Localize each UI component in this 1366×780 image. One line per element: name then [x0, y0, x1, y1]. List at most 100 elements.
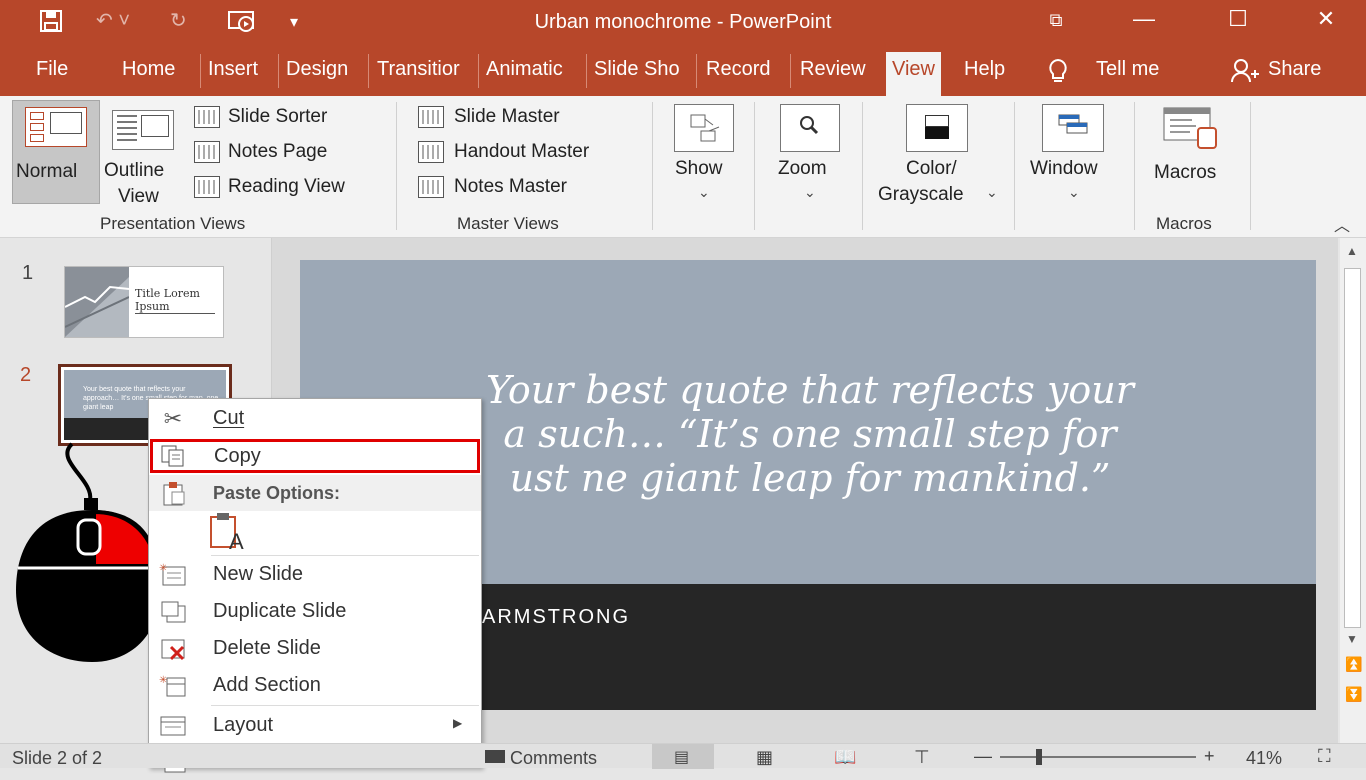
chevron-down-icon: ⌄: [698, 184, 710, 200]
tab-review[interactable]: Review: [800, 58, 866, 81]
show-icon: [674, 104, 734, 152]
copy-label: Copy: [214, 445, 261, 467]
mouse-right-click-illustration: [16, 442, 160, 662]
zoom-slider-thumb[interactable]: [1036, 749, 1042, 765]
close-button[interactable]: ✕: [1306, 6, 1346, 32]
previous-slide-icon[interactable]: ⏫: [1345, 656, 1362, 673]
macros-button[interactable]: Macros: [1148, 100, 1238, 204]
tab-animations[interactable]: Animatic: [486, 58, 578, 81]
color-grayscale-button[interactable]: Color/ Grayscale ⌄: [872, 100, 1002, 205]
tab-view[interactable]: View: [886, 52, 941, 96]
tab-transitions[interactable]: Transitior: [377, 58, 471, 81]
slide-quote-text[interactable]: Your best quote that reflects your a suc…: [360, 368, 1260, 500]
zoom-in-button[interactable]: +: [1204, 746, 1215, 767]
title-bar: ↶ ˅ ↻ ▾ Urban monochrome - PowerPoint ⧉ …: [0, 0, 1366, 46]
slide-author-text[interactable]: ARMSTRONG: [482, 606, 630, 629]
show-button[interactable]: Show ⌄: [664, 100, 744, 204]
svg-text:✳: ✳: [159, 675, 167, 686]
next-slide-icon[interactable]: ⏬: [1345, 686, 1362, 703]
tab-slide-show[interactable]: Slide Sho: [594, 58, 690, 81]
layout-icon: [159, 714, 187, 738]
slide-sorter-button[interactable]: Slide Sorter: [192, 104, 382, 132]
macros-group-label: Macros: [1156, 214, 1212, 233]
slide-sorter-icon: [194, 106, 220, 128]
slide-master-icon: [418, 106, 444, 128]
delete-slide-label: Delete Slide: [213, 637, 321, 659]
scroll-up-arrow-icon[interactable]: ▲: [1346, 244, 1358, 258]
scrollbar-thumb[interactable]: [1344, 268, 1361, 628]
menu-item-cut[interactable]: ✂ Cut: [149, 401, 481, 437]
chevron-down-icon: ⌄: [1068, 184, 1080, 200]
normal-label: Normal: [16, 161, 78, 182]
new-slide-label: New Slide: [213, 563, 304, 585]
menu-item-layout[interactable]: Layout ▶: [149, 708, 481, 744]
notes-master-button[interactable]: Notes Master: [418, 174, 638, 202]
copy-icon: [159, 444, 187, 468]
quote-line-3: ust ne giant leap for mankind.”: [509, 456, 1111, 500]
show-label: Show: [675, 158, 723, 179]
share-icon[interactable]: [1230, 58, 1260, 90]
ribbon-display-options-icon[interactable]: ⧉: [1036, 10, 1076, 31]
paste-keep-text-only-button[interactable]: A: [205, 511, 249, 554]
collapse-ribbon-icon[interactable]: ︿: [1334, 212, 1350, 236]
menu-item-duplicate-slide[interactable]: Duplicate Slide: [149, 594, 481, 630]
layout-label: Layout: [213, 714, 274, 736]
context-menu: ✂ Cut Copy Paste Options: A ✳ New Slide …: [148, 398, 482, 773]
magnifier-icon: [780, 104, 840, 152]
lightbulb-icon: [1046, 58, 1070, 90]
share-button[interactable]: Share: [1268, 58, 1321, 81]
menu-item-delete-slide[interactable]: Delete Slide: [149, 631, 481, 667]
duplicate-slide-icon: [159, 600, 187, 624]
reading-view-button[interactable]: Reading View: [192, 174, 382, 202]
paste-options-header: Paste Options:: [149, 475, 481, 511]
tab-file[interactable]: File: [36, 58, 68, 81]
tell-me-box[interactable]: Tell me: [1096, 58, 1159, 81]
zoom-level[interactable]: 41%: [1246, 748, 1282, 769]
slide-thumbnail-1[interactable]: Title Lorem Ipsum: [64, 266, 224, 338]
reading-view-status-icon[interactable]: 📖: [834, 747, 856, 768]
color-grayscale-icon: [906, 104, 968, 152]
zoom-slider[interactable]: [1000, 749, 1196, 765]
menu-item-copy[interactable]: Copy: [150, 439, 480, 473]
normal-view-status-button[interactable]: ▤: [652, 744, 714, 769]
stairs-photo-thumbnail: [65, 267, 129, 337]
scroll-down-arrow-icon[interactable]: ▼: [1346, 632, 1358, 646]
menu-item-add-section[interactable]: ✳ Add Section: [149, 668, 481, 704]
outline-view-button[interactable]: Outline View: [104, 100, 184, 207]
maximize-button[interactable]: ☐: [1218, 6, 1258, 32]
normal-view-button[interactable]: Normal: [12, 100, 100, 204]
tab-home[interactable]: Home: [122, 58, 175, 81]
tab-help[interactable]: Help: [964, 58, 1005, 81]
slide-sorter-status-icon[interactable]: ▦: [756, 747, 773, 768]
slide-master-button[interactable]: Slide Master: [418, 104, 638, 132]
color-label-1: Color/: [906, 158, 957, 179]
tab-design[interactable]: Design: [286, 58, 348, 81]
handout-master-label: Handout Master: [454, 141, 590, 162]
fit-slide-icon[interactable]: ⛶: [1318, 746, 1331, 767]
ribbon: Normal Outline View Slide Sorter Notes P…: [0, 96, 1366, 238]
slide-number-1: 1: [22, 262, 34, 284]
clipboard-icon: [159, 481, 187, 506]
zoom-button[interactable]: Zoom ⌄: [770, 100, 850, 204]
thumbnail-title: Title Lorem Ipsum: [135, 287, 200, 313]
paste-options-label: Paste Options:: [213, 483, 341, 503]
zoom-out-button[interactable]: —: [974, 746, 992, 767]
tab-record[interactable]: Record: [706, 58, 770, 81]
quote-line-1: Your best quote that reflects your: [486, 368, 1134, 412]
vertical-scrollbar[interactable]: ▲ ▼ ⏫ ⏬: [1340, 238, 1366, 743]
window-button[interactable]: Window ⌄: [1028, 100, 1122, 204]
slide-show-status-icon[interactable]: ⊤: [914, 747, 930, 768]
paste-text-only-icon: A: [210, 513, 244, 554]
menu-item-new-slide[interactable]: ✳ New Slide: [149, 557, 481, 593]
chevron-down-icon: ⌄: [804, 184, 816, 200]
handout-master-button[interactable]: Handout Master: [418, 139, 638, 167]
comments-button[interactable]: Comments: [510, 748, 597, 769]
tab-insert[interactable]: Insert: [208, 58, 258, 81]
chevron-down-icon: ⌄: [986, 184, 998, 200]
status-bar: Slide 2 of 2 Comments ▤ ▦ 📖 ⊤ — + 41% ⛶: [0, 743, 1366, 769]
zoom-label: Zoom: [778, 158, 827, 179]
normal-view-status-icon: ▤: [674, 749, 690, 766]
outline-view-icon: [112, 110, 174, 150]
notes-page-button[interactable]: Notes Page: [192, 139, 382, 167]
minimize-button[interactable]: —: [1124, 6, 1164, 32]
